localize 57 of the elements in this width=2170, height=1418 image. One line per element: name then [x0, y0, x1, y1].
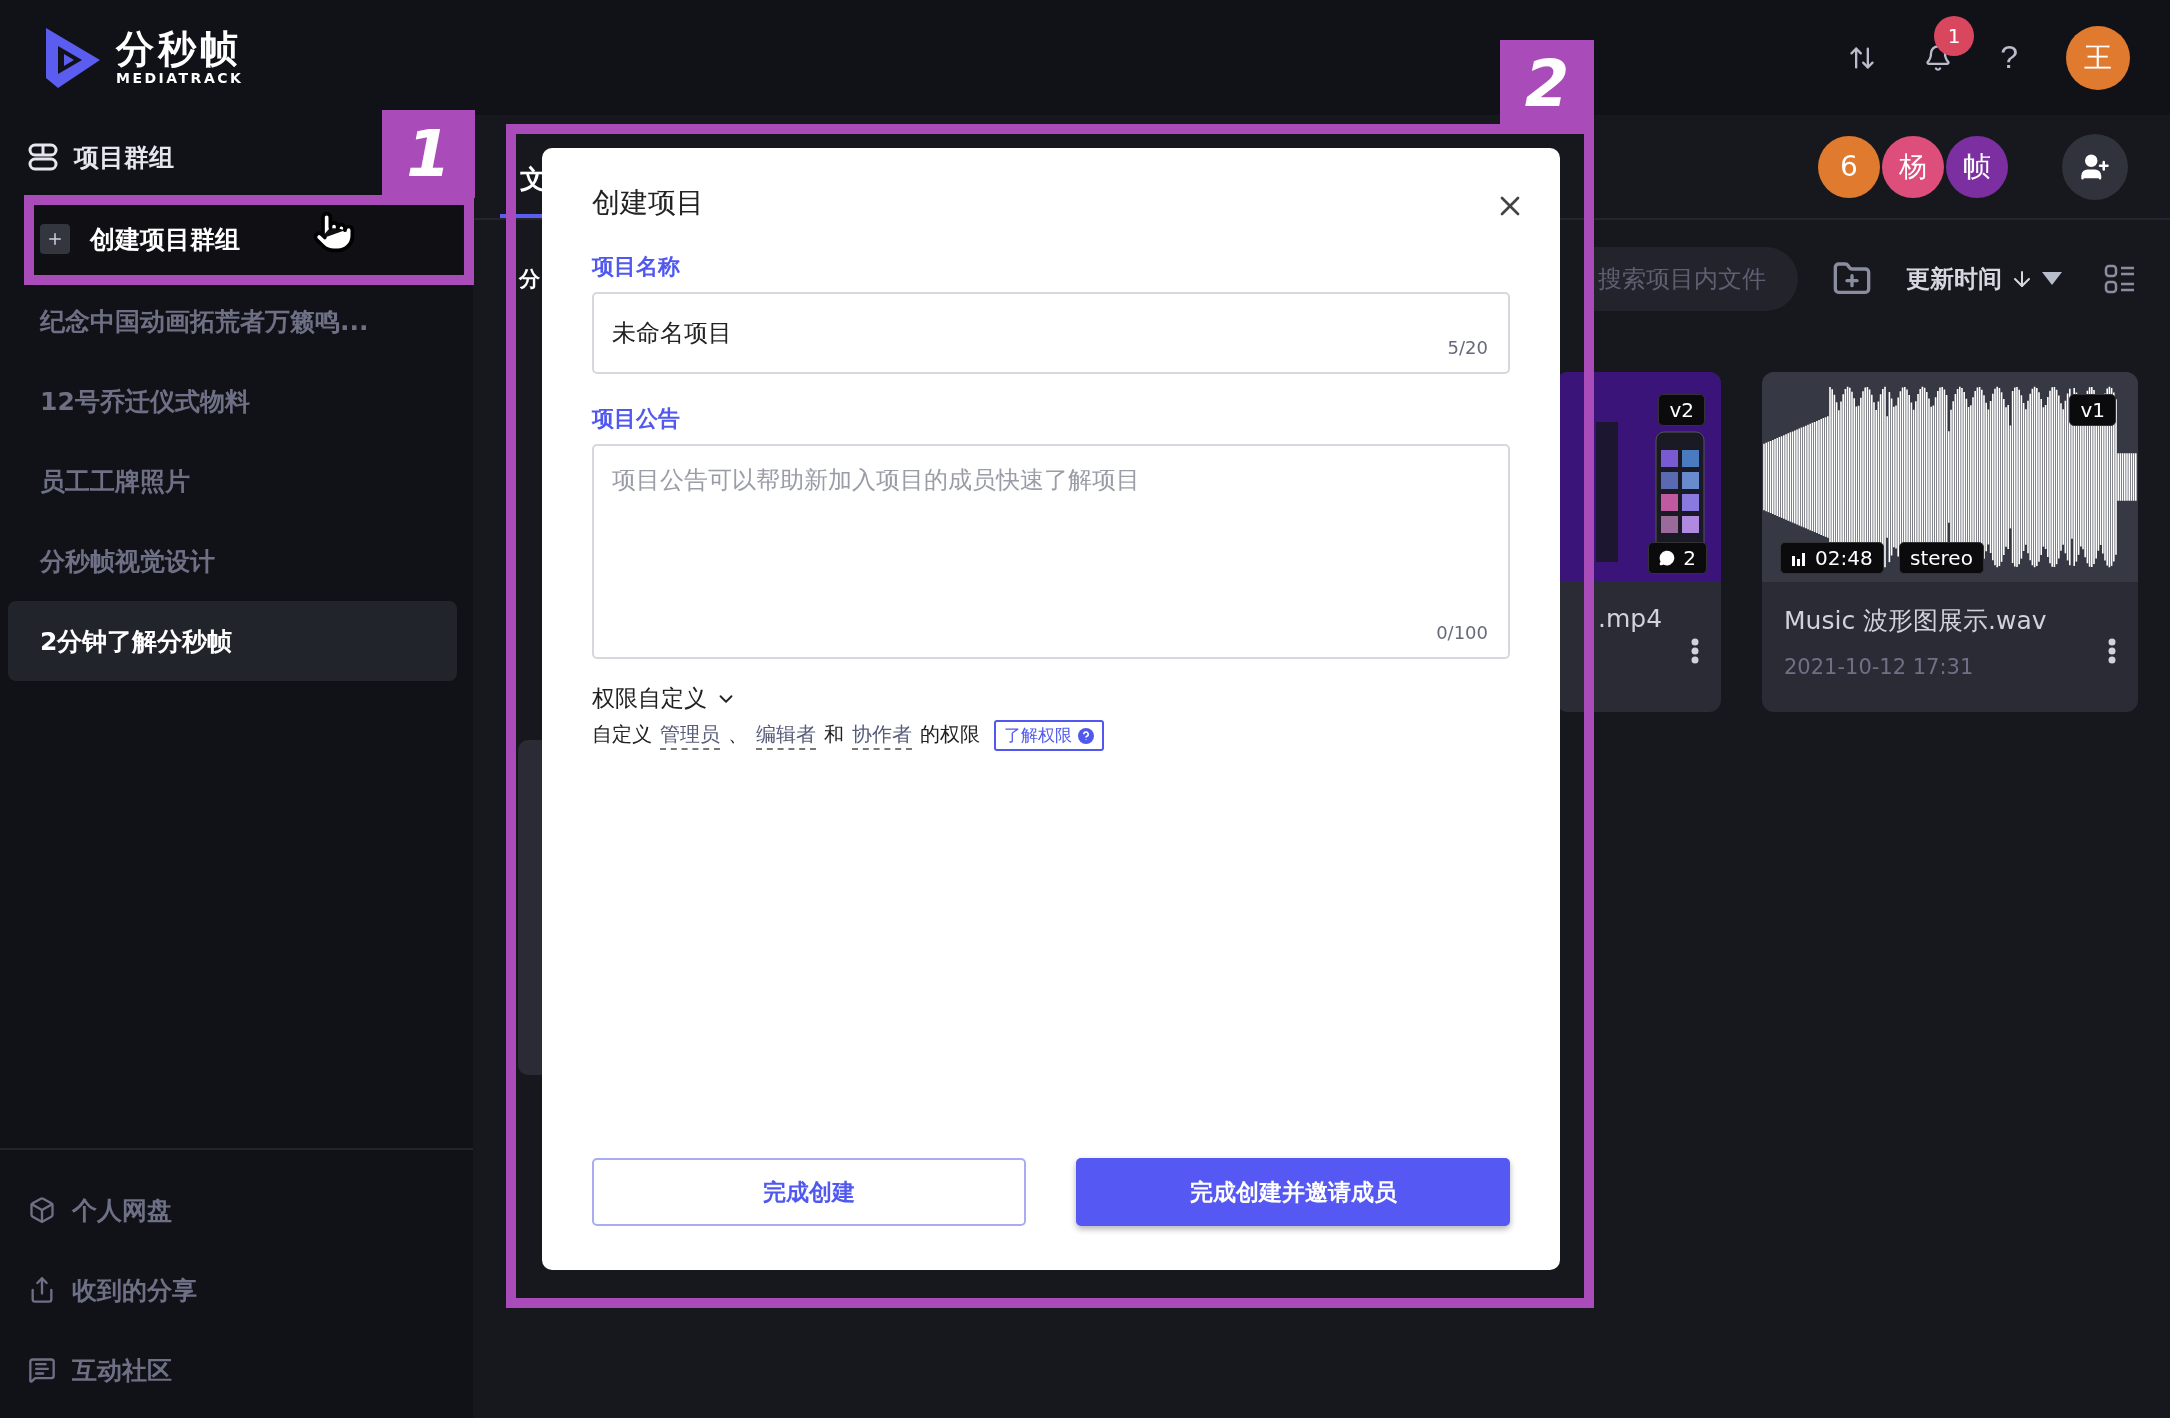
group-item[interactable]: 分秒帧视觉设计	[8, 521, 457, 601]
group-item[interactable]: 纪念中国动画拓荒者万籁鸣...	[8, 281, 457, 361]
sidebar-link[interactable]: 收到的分享	[0, 1250, 473, 1330]
duration-tag: 02:48	[1780, 542, 1884, 574]
create-and-invite-button[interactable]: 完成创建并邀请成员	[1076, 1158, 1510, 1226]
logo-subtitle: MEDIATRACK	[116, 70, 244, 87]
sidebar-link[interactable]: 个人网盘	[0, 1170, 473, 1250]
section-title: 项目群组	[74, 141, 174, 174]
list-view-button[interactable]	[2104, 264, 2136, 294]
sort-button[interactable]: 更新时间	[1900, 262, 2068, 296]
member-avatar[interactable]: 杨	[1882, 135, 1944, 198]
file-card[interactable]: v1 02:48 stereo Music 波形图展示.wav 2021-10-12 17:31	[1762, 372, 2138, 712]
more-button[interactable]	[1691, 638, 1699, 664]
message-icon	[28, 1356, 56, 1384]
more-icon	[1691, 638, 1699, 664]
field-label: 项目公告	[592, 405, 681, 433]
file-title: .mp4	[1598, 604, 1664, 633]
version-tag: v1	[2069, 394, 2116, 426]
help-icon	[1078, 727, 1094, 744]
role-link[interactable]: 管理员	[660, 721, 720, 750]
char-counter: 5/20	[1447, 337, 1488, 358]
channel-tag: stereo	[1899, 542, 1984, 574]
field-label: 项目名称	[592, 253, 681, 281]
learn-permissions-button[interactable]: 了解权限	[994, 720, 1104, 751]
char-counter: 0/100	[1436, 622, 1488, 643]
permission-note: 自定义 管理员 、 编辑者 和 协作者 的权限	[592, 721, 980, 750]
file-date: 2021-10-12 17:31	[1784, 655, 1975, 679]
create-group-button[interactable]: 创建项目群组	[34, 203, 462, 275]
group-item[interactable]: 员工工牌照片	[8, 441, 457, 521]
notification-badge: 1	[1934, 15, 1975, 56]
group-item[interactable]: 12号乔迁仪式物料	[8, 361, 457, 441]
permission-toggle[interactable]: 权限自定义	[592, 683, 737, 714]
comment-count: 2	[1648, 542, 1707, 574]
bell-icon	[1924, 43, 1953, 72]
group-icon	[28, 143, 58, 171]
group-item[interactable]: 2分钟了解分秒帧	[8, 601, 457, 681]
file-title: Music 波形图展示.wav	[1784, 605, 2048, 637]
more-button[interactable]	[2108, 638, 2116, 664]
bars-icon	[1791, 550, 1807, 566]
more-icon	[2108, 638, 2116, 664]
list-view-icon	[2104, 264, 2136, 294]
create-button[interactable]: 完成创建	[592, 1158, 1026, 1226]
plus-icon	[40, 224, 70, 254]
version-tag: v2	[1658, 394, 1705, 426]
dialog-title: 创建项目	[592, 185, 705, 221]
annotation-number: 1	[382, 110, 475, 198]
role-link[interactable]: 编辑者	[756, 721, 816, 750]
cube-icon	[28, 1196, 56, 1224]
logo-name: 分秒帧	[116, 28, 243, 71]
sidebar-link[interactable]: 互动社区	[0, 1330, 473, 1410]
help-button[interactable]: ?	[2000, 39, 2018, 76]
breadcrumb: 分	[519, 266, 540, 293]
member-avatar[interactable]: 帧	[1946, 135, 2008, 198]
comment-icon	[1659, 550, 1676, 566]
role-link[interactable]: 协作者	[852, 721, 912, 750]
notification-button[interactable]	[1924, 43, 1953, 72]
caret-icon	[2042, 272, 2062, 286]
